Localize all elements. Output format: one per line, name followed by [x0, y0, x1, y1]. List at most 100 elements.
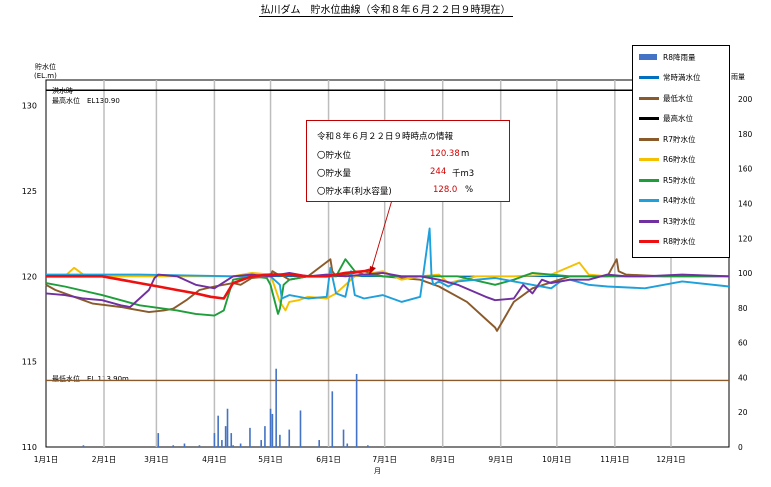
rate-label: 〇貯水率(利水容量) [317, 187, 392, 197]
rain-bar [183, 443, 186, 447]
legend-label: R3貯水位 [663, 216, 696, 226]
level-value: 120.38 [430, 149, 460, 159]
y-left-tick-label: 110 [22, 443, 37, 452]
legend-item: R3貯水位 [639, 215, 695, 227]
legend-item: 常時満水位 [639, 72, 701, 84]
rain-bar [82, 445, 85, 447]
y-right-tick-label: 20 [738, 408, 748, 417]
legend-item: R5貯水位 [639, 174, 695, 186]
rain-bar [331, 391, 334, 447]
y-right-tick-label: 200 [738, 95, 753, 104]
x-tick-label: 7月1日 [372, 455, 397, 464]
legend-swatch [639, 137, 659, 141]
y-right-tick-label: 60 [738, 339, 748, 348]
rain-bar [249, 427, 251, 447]
info-box: 令和８年６月２２日９時時点の情報 〇貯水位 120.38 m 〇貯水量 244 … [306, 120, 510, 202]
x-tick-label: 12月1日 [656, 455, 685, 464]
x-tick-label: 5月1日 [258, 455, 283, 464]
rain-bar [157, 433, 160, 447]
legend-label: R6貯水位 [663, 155, 696, 164]
rain-bar [239, 443, 242, 447]
legend-swatch [639, 199, 659, 202]
legend-item: 最高水位 [639, 113, 693, 125]
rain-bar [221, 440, 223, 447]
legend-label: 常時満水位 [663, 73, 701, 82]
rain-bar [318, 440, 320, 447]
x-tick-label: 9月1日 [488, 455, 513, 464]
legend-swatch [639, 96, 659, 100]
legend-swatch [639, 219, 659, 223]
series-line [45, 258, 729, 332]
rain-bar [260, 440, 262, 447]
y-left-tick-label: 115 [22, 358, 37, 367]
x-tick-label: 3月1日 [144, 455, 169, 464]
rain-bar [279, 434, 281, 447]
rain-bar [299, 410, 302, 447]
rain-bar [269, 408, 272, 447]
legend-swatch [639, 54, 657, 60]
y-right-tick-label: 40 [738, 373, 748, 382]
callout-line [371, 199, 393, 269]
rain-bar [346, 443, 349, 447]
x-tick-label: 1月1日 [34, 455, 59, 464]
volume-label: 〇貯水量 [317, 169, 352, 179]
rain-bar [264, 426, 266, 447]
y-right-tick-label: 120 [738, 234, 753, 243]
series-line [45, 271, 730, 308]
legend-item: R6貯水位 [639, 154, 695, 166]
legend-item: R4貯水位 [639, 195, 695, 207]
y-right-tick-label: 140 [738, 199, 753, 208]
y-left-tick-label: 130 [22, 102, 37, 111]
legend-label: R4貯水位 [663, 196, 696, 205]
legend-item: R8降雨量 [639, 51, 695, 63]
legend-swatch [639, 240, 659, 243]
legend-swatch [639, 117, 659, 120]
y-left-tick-label: 125 [22, 187, 37, 196]
rate-unit: % [465, 185, 474, 195]
y-right-tick-label: 80 [738, 304, 748, 313]
rain-bar [275, 368, 277, 447]
rain-bar [226, 408, 229, 447]
y-right-tick-label: 100 [738, 269, 753, 278]
rain-bar [198, 445, 201, 447]
legend-label: R5貯水位 [663, 175, 696, 185]
x-tick-label: 11月1日 [600, 455, 629, 464]
rain-bar [367, 445, 369, 447]
y-right-tick-label: 160 [738, 165, 753, 174]
legend-item: 最低水位 [639, 92, 693, 104]
level-label: 〇貯水位 [317, 151, 352, 161]
rain-bar [224, 426, 227, 447]
legend-label: R7貯水位 [663, 134, 696, 144]
volume-unit: 千m3 [452, 169, 475, 179]
chart-legend: R8降雨量常時満水位最低水位最高水位 R7貯水位 R6貯水位 R5貯水位 R4貯水位 R3… [632, 45, 730, 258]
rain-bar [172, 445, 175, 447]
rain-bar [271, 413, 274, 447]
legend-item: R8貯水位 [639, 236, 695, 248]
legend-swatch [639, 158, 659, 161]
rate-value: 128.0 [433, 185, 458, 195]
legend-swatch [639, 178, 659, 182]
level-unit: m [461, 149, 470, 159]
legend-label: 最低水位 [663, 93, 693, 103]
rain-bar [217, 415, 219, 447]
x-tick-label: 4月1日 [202, 455, 227, 464]
x-tick-label: 10月1日 [542, 455, 571, 464]
rain-bar [355, 373, 358, 447]
legend-label: R8降雨量 [663, 52, 696, 62]
legend-item: R7貯水位 [639, 133, 695, 145]
y-right-tick-label: 0 [738, 443, 743, 452]
x-tick-label: 6月1日 [316, 455, 341, 464]
legend-label: 最高水位 [663, 114, 693, 123]
legend-swatch [639, 76, 659, 79]
rain-bar [230, 433, 233, 447]
x-tick-label: 2月1日 [92, 455, 117, 464]
volume-value: 244 [430, 167, 447, 177]
y-left-tick-label: 120 [22, 272, 37, 281]
rain-bar [232, 445, 234, 447]
y-right-tick-label: 180 [738, 130, 753, 139]
x-tick-label: 8月1日 [430, 455, 455, 464]
rain-bar [342, 429, 345, 447]
info-heading: 令和８年６月２２日９時時点の情報 [317, 132, 454, 142]
rain-bar [213, 433, 216, 447]
rain-bar [288, 429, 291, 447]
